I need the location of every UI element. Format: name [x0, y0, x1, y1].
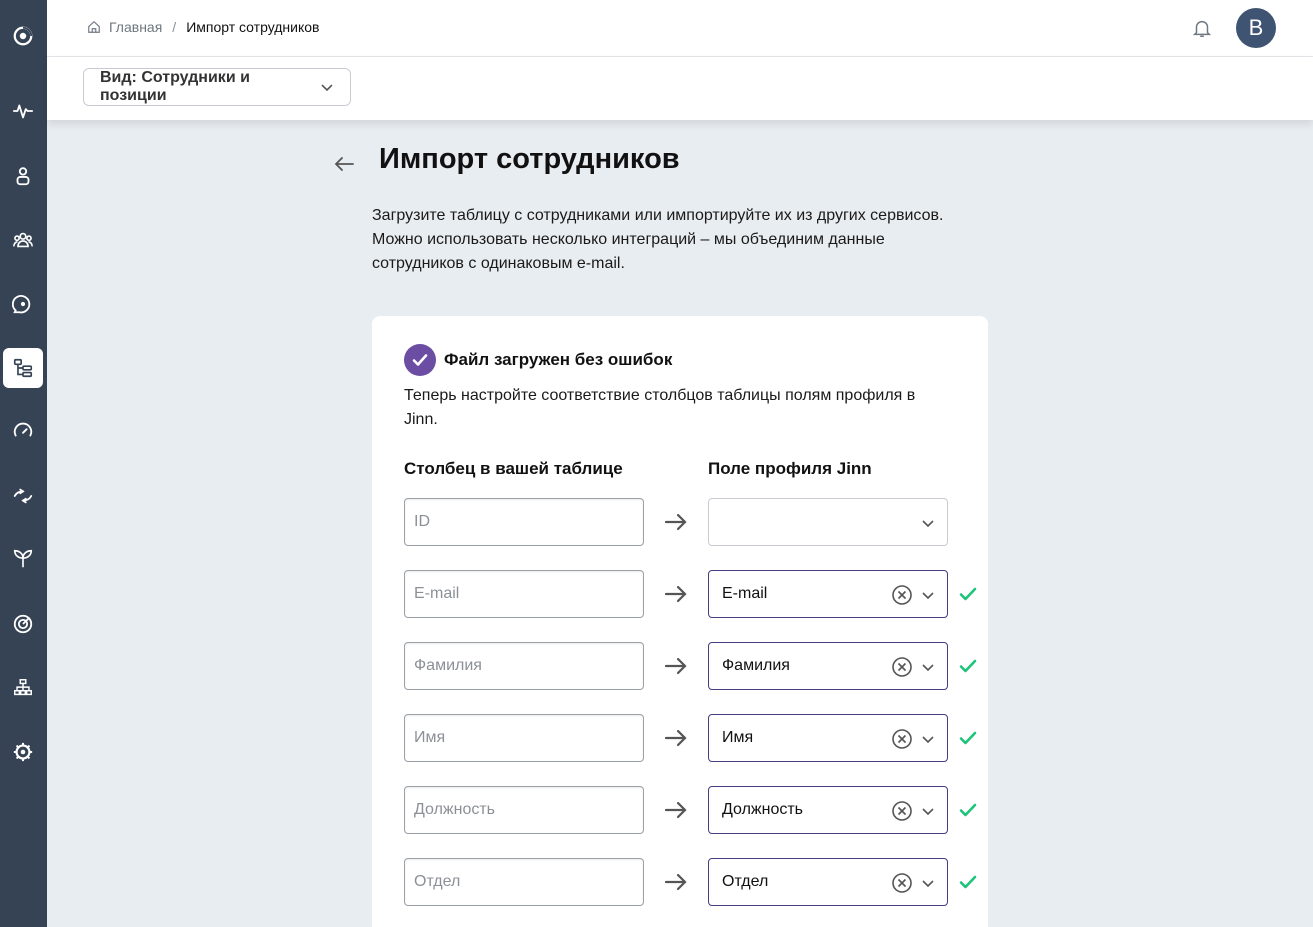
view-select-label: Вид: Сотрудники и позиции: [100, 69, 250, 104]
breadcrumb-separator: /: [172, 19, 177, 35]
home-icon[interactable]: [87, 20, 101, 34]
back-arrow-icon[interactable]: [333, 153, 355, 175]
target-field-select[interactable]: Должность: [708, 786, 948, 834]
chevron-down-icon: [922, 520, 934, 528]
hierarchy-icon[interactable]: [3, 668, 43, 708]
top-bar: Главная / Импорт сотрудников В: [47, 0, 1313, 57]
sidebar: [0, 0, 47, 927]
page-title: Импорт сотрудников: [379, 143, 680, 175]
gauge-icon[interactable]: [3, 411, 43, 451]
valid-check-icon: [959, 587, 977, 601]
breadcrumb-current: Импорт сотрудников: [186, 19, 320, 35]
target-field-select[interactable]: E-mail: [708, 570, 948, 618]
source-column-input[interactable]: [404, 858, 644, 906]
clear-icon[interactable]: [891, 728, 913, 750]
chevron-down-icon: [922, 592, 934, 600]
target-field-select[interactable]: Фамилия: [708, 642, 948, 690]
org-structure-icon[interactable]: [3, 348, 43, 388]
chevron-down-icon: [922, 736, 934, 744]
upload-status: Файл загружен без ошибок: [404, 344, 672, 376]
mapping-row: Фамилия: [404, 642, 984, 690]
breadcrumb: Главная / Импорт сотрудников: [87, 19, 319, 35]
settings-icon[interactable]: [3, 732, 43, 772]
chevron-down-icon: [922, 880, 934, 888]
source-column-input[interactable]: [404, 786, 644, 834]
bell-icon[interactable]: [1191, 17, 1213, 39]
arrow-right-icon: [664, 873, 687, 891]
app-frame: Главная / Импорт сотрудников В Вид: Сотр…: [0, 0, 1313, 927]
clear-icon[interactable]: [891, 872, 913, 894]
intro-text: Загрузите таблицу с сотрудниками или имп…: [372, 204, 972, 276]
avatar[interactable]: В: [1236, 8, 1276, 48]
valid-check-icon: [959, 659, 977, 673]
import-mapping-card: Файл загружен без ошибок Теперь настройт…: [372, 316, 988, 927]
clear-icon[interactable]: [891, 584, 913, 606]
target-field-value: Отдел: [722, 873, 769, 890]
arrow-right-icon: [664, 513, 687, 531]
target-column-header: Поле профиля Jinn: [708, 459, 872, 478]
valid-check-icon: [959, 803, 977, 817]
intro-line-3: сотрудников с одинаковым e-mail.: [372, 255, 625, 272]
status-text: Файл загружен без ошибок: [444, 350, 673, 369]
target-field-select[interactable]: [708, 498, 948, 546]
view-bar: Вид: Сотрудники и позиции: [47, 57, 1313, 120]
arrow-right-icon: [664, 657, 687, 675]
arrow-right-icon: [664, 585, 687, 603]
source-column-input[interactable]: [404, 498, 644, 546]
arrow-right-icon: [664, 729, 687, 747]
valid-check-icon: [959, 875, 977, 889]
chat-icon[interactable]: [3, 284, 43, 324]
chevron-down-icon: [321, 84, 333, 92]
person-icon[interactable]: [3, 156, 43, 196]
target-icon[interactable]: [3, 604, 43, 644]
source-column-header: Столбец в вашей таблице: [404, 459, 623, 478]
valid-check-icon: [959, 731, 977, 745]
target-field-value: Фамилия: [722, 657, 790, 674]
pulse-icon[interactable]: [3, 91, 43, 131]
clear-icon[interactable]: [891, 800, 913, 822]
target-field-value: Имя: [722, 729, 754, 746]
target-field-value: Должность: [722, 801, 803, 818]
source-column-input[interactable]: [404, 642, 644, 690]
breadcrumb-home-link[interactable]: Главная: [109, 19, 162, 35]
chevron-down-icon: [922, 664, 934, 672]
target-field-select[interactable]: Имя: [708, 714, 948, 762]
team-icon[interactable]: [3, 220, 43, 260]
clear-icon[interactable]: [891, 656, 913, 678]
logo-icon[interactable]: [3, 16, 43, 56]
mapping-row: [404, 498, 984, 546]
chevron-down-icon: [922, 808, 934, 816]
intro-line-1: Загрузите таблицу с сотрудниками или имп…: [372, 207, 944, 224]
mapping-row: Отдел: [404, 858, 984, 906]
mapping-row: Имя: [404, 714, 984, 762]
mapping-instruction: Теперь настройте соответствие столбцов т…: [404, 387, 916, 428]
mapping-row: Должность: [404, 786, 984, 834]
intro-line-2: Можно использовать несколько интеграций …: [372, 231, 885, 248]
success-check-icon: [404, 344, 436, 376]
source-column-input[interactable]: [404, 714, 644, 762]
view-select[interactable]: Вид: Сотрудники и позиции: [83, 68, 351, 106]
arrow-right-icon: [664, 801, 687, 819]
source-column-input[interactable]: [404, 570, 644, 618]
mapping-row: E-mail: [404, 570, 984, 618]
sync-icon[interactable]: [3, 476, 43, 516]
target-field-select[interactable]: Отдел: [708, 858, 948, 906]
target-field-value: E-mail: [722, 585, 768, 602]
sprout-icon[interactable]: [3, 539, 43, 579]
